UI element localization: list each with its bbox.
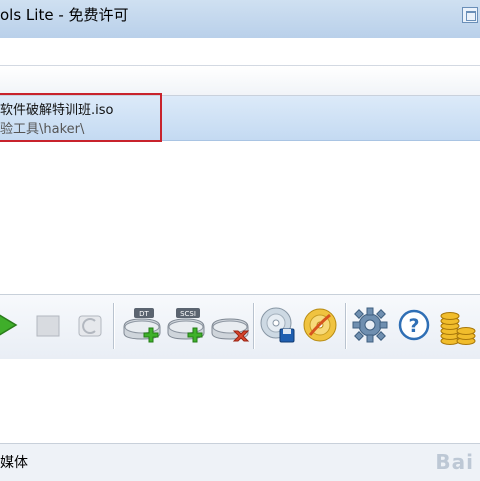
toolbar: DT SCSI ?: [0, 294, 480, 360]
drive-list: [0, 359, 480, 443]
settings-gear-icon: [352, 307, 388, 343]
maximize-button[interactable]: [462, 7, 478, 23]
write-disc-button[interactable]: [258, 305, 298, 345]
coins-icon: [440, 312, 476, 345]
add-dt-drive-button[interactable]: DT: [120, 305, 164, 345]
menu-bar: [0, 38, 480, 66]
burn-disc-button[interactable]: [300, 305, 340, 345]
play-icon: [0, 314, 18, 336]
help-button[interactable]: ?: [394, 305, 434, 345]
image-list-item[interactable]: 软件破解特训班.iso 验工具\haker\: [0, 93, 480, 142]
status-text: 媒体: [0, 455, 28, 471]
add-scsi-drive-icon: SCSI: [167, 308, 205, 343]
dt-badge: DT: [139, 310, 149, 318]
list-header: [0, 66, 480, 96]
toolbar-separator: [113, 303, 114, 349]
burn-disc-icon: [303, 308, 337, 342]
window-title: ols Lite - 免费许可: [0, 6, 129, 24]
toolbar-separator: [253, 303, 254, 349]
remove-drive-button[interactable]: [208, 305, 252, 345]
play-button[interactable]: [0, 305, 24, 345]
remove-drive-icon: [211, 318, 250, 342]
watermark-text: Bai: [435, 450, 474, 474]
help-icon: ?: [398, 309, 430, 341]
coins-button[interactable]: [438, 305, 480, 345]
highlight-annotation-box: [0, 93, 162, 142]
add-dt-drive-icon: DT: [123, 308, 161, 343]
toolbar-separator: [345, 303, 346, 349]
stop-button[interactable]: [28, 305, 68, 345]
scsi-badge: SCSI: [180, 310, 196, 318]
refresh-button[interactable]: [70, 305, 110, 345]
main-window: 软件破解特训班.iso 验工具\haker\ DT SCSI ? 媒体 Bai: [0, 38, 480, 481]
write-disc-icon: [260, 307, 295, 343]
image-catalog-list: 软件破解特训班.iso 验工具\haker\: [0, 93, 480, 294]
stop-icon: [36, 315, 60, 337]
settings-button[interactable]: [350, 305, 390, 345]
title-bar: ols Lite - 免费许可: [0, 0, 480, 38]
add-scsi-drive-button[interactable]: SCSI: [164, 305, 208, 345]
status-bar: 媒体 Bai: [0, 443, 480, 481]
refresh-icon: [78, 315, 102, 337]
help-glyph: ?: [408, 315, 419, 337]
